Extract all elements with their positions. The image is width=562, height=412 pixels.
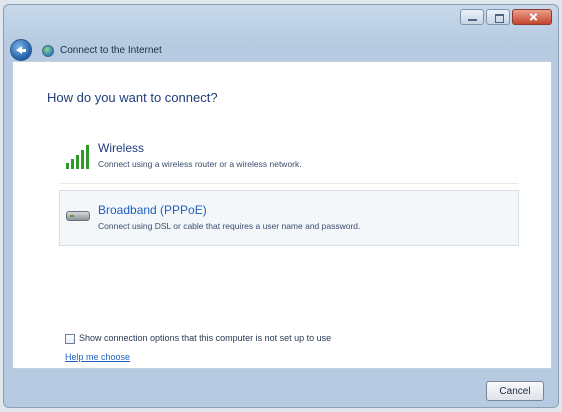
show-options-label: Show connection options that this comput…	[79, 333, 332, 343]
modem-icon	[66, 211, 90, 221]
window-controls	[460, 9, 552, 25]
close-button[interactable]	[512, 9, 552, 25]
network-globe-icon	[42, 45, 54, 57]
dialog-window: Connect to the Internet How do you want …	[3, 4, 559, 408]
show-options-checkbox[interactable]	[65, 334, 75, 344]
minimize-button[interactable]	[460, 9, 484, 25]
option-broadband[interactable]: Broadband (PPPoE) Connect using DSL or c…	[59, 190, 519, 246]
window-title: Connect to the Internet	[60, 45, 162, 56]
help-me-choose-link[interactable]: Help me choose	[65, 352, 130, 362]
wizard-content: How do you want to connect? Wireless Con…	[12, 61, 552, 369]
option-wireless[interactable]: Wireless Connect using a wireless router…	[59, 128, 519, 184]
option-broadband-title: Broadband (PPPoE)	[98, 203, 207, 217]
dialog-footer: Cancel	[4, 371, 558, 407]
option-broadband-description: Connect using DSL or cable that requires…	[98, 221, 361, 231]
back-arrow-icon[interactable]	[10, 39, 32, 61]
option-wireless-description: Connect using a wireless router or a wir…	[98, 159, 302, 169]
cancel-button[interactable]: Cancel	[486, 381, 544, 401]
page-heading: How do you want to connect?	[47, 90, 218, 105]
title-bar[interactable]	[4, 5, 558, 35]
maximize-button[interactable]	[486, 9, 510, 25]
wireless-signal-icon	[66, 143, 92, 169]
option-wireless-title: Wireless	[98, 141, 145, 155]
